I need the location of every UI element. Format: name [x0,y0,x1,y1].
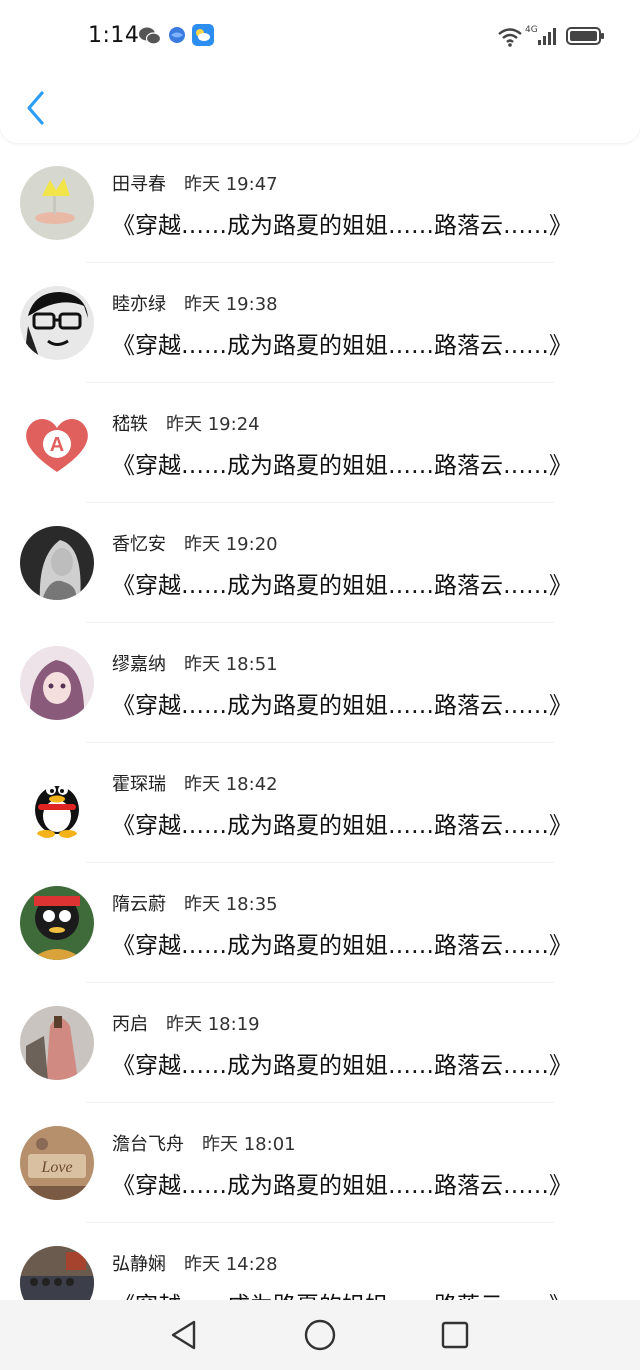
sender-name: 弘静娴 [112,1254,166,1275]
system-nav-bar [0,1300,640,1370]
list-item[interactable]: 丙启 昨天 18:19 《穿越……成为路夏的姐姐……路落云……》 [0,984,640,1103]
avatar [20,1006,94,1080]
network-type-label: 4G [525,25,538,35]
message-time: 昨天 14:28 [184,1254,278,1275]
list-item[interactable]: 缪嘉纳 昨天 18:51 《穿越……成为路夏的姐姐……路落云……》 [0,624,640,743]
triangle-back-icon[interactable] [166,1317,202,1353]
message-preview: 《穿越……成为路夏的姐姐……路落云……》 [112,1053,572,1079]
message-time: 昨天 19:47 [184,174,278,195]
avatar [20,886,94,960]
divider [86,862,554,863]
message-preview: 《穿越……成为路夏的姐姐……路落云……》 [112,213,572,239]
message-time: 昨天 18:35 [184,894,278,915]
list-item[interactable]: A 嵇轶 昨天 19:24 《穿越……成为路夏的姐姐……路落云……》 [0,384,640,503]
sender-name: 隋云蔚 [112,894,166,915]
message-preview: 《穿越……成为路夏的姐姐……路落云……》 [112,1173,572,1199]
message-time: 昨天 19:20 [184,534,278,555]
wechat-icon [139,27,161,45]
divider [86,742,554,743]
avatar: Love [20,1126,94,1200]
divider [86,622,554,623]
message-time: 昨天 19:38 [184,294,278,315]
sender-name: 嵇轶 [112,414,148,435]
battery-icon [566,27,604,45]
list-item[interactable]: 弘静娴昨天 14:28 《穿越……成为路夏的姐姐……路落云……》 [0,1224,640,1300]
sender-name: 澹台飞舟 [112,1134,184,1155]
message-preview: 《穿越……成为路夏的姐姐……路落云……》 [112,573,572,599]
divider [86,982,554,983]
svg-text:A: A [50,434,64,456]
sender-name: 香忆安 [112,534,166,555]
avatar [20,526,94,600]
back-chevron-icon[interactable] [20,88,50,128]
status-time: 1:14 [88,23,140,48]
list-item[interactable]: 霍琛瑞 昨天 18:42 《穿越……成为路夏的姐姐……路落云……》 [0,744,640,863]
circle-home-icon[interactable] [302,1317,338,1353]
message-time: 昨天 18:19 [166,1014,260,1035]
divider [86,1102,554,1103]
message-time: 昨天 18:01 [202,1134,296,1155]
weather-app-icon [192,24,214,46]
svg-text:Love: Love [40,1159,72,1176]
browser-icon [169,27,185,43]
divider [86,1222,554,1223]
avatar [20,646,94,720]
avatar [20,286,94,360]
sender-name: 田寻春 [112,174,166,195]
sender-name: 丙启 [112,1014,148,1035]
list-item[interactable]: 香忆安 昨天 19:20 《穿越……成为路夏的姐姐……路落云……》 [0,504,640,623]
avatar [20,766,94,840]
message-time: 昨天 19:24 [166,414,260,435]
message-preview: 《穿越……成为路夏的姐姐……路落云……》 [112,693,572,719]
wifi-icon [498,28,522,47]
list-item[interactable]: 田寻春 昨天 19:47 《穿越……成为路夏的姐姐……路落云……》 [0,144,640,263]
sender-name: 霍琛瑞 [112,774,166,795]
list-item[interactable]: 睦亦绿 昨天 19:38 《穿越……成为路夏的姐姐……路落云……》 [0,264,640,383]
sender-name: 缪嘉纳 [112,654,166,675]
message-preview: 《穿越……成为路夏的姐姐……路落云……》 [112,813,572,839]
divider [86,382,554,383]
avatar [20,166,94,240]
avatar: A [20,406,94,480]
square-recents-icon[interactable] [437,1317,473,1353]
message-preview: 《穿越……成为路夏的姐姐……路落云……》 [112,333,572,359]
message-preview: 《穿越……成为路夏的姐姐……路落云……》 [112,933,572,959]
message-list[interactable]: 田寻春 昨天 19:47 《穿越……成为路夏的姐姐……路落云……》 睦亦绿 昨天 1… [0,144,640,1300]
signal-icon [538,28,556,45]
list-item[interactable]: Love 澹台飞舟 昨天 18:01 《穿越……成为路夏的姐姐……路落云……》 [0,1104,640,1223]
top-header: 1:14 4G [0,0,640,143]
divider [86,262,554,263]
message-time: 昨天 18:51 [184,654,278,675]
divider [86,502,554,503]
status-bar: 1:14 4G [0,0,640,72]
message-time: 昨天 18:42 [184,774,278,795]
list-item[interactable]: 隋云蔚 昨天 18:35 《穿越……成为路夏的姐姐……路落云……》 [0,864,640,983]
avatar [20,1246,94,1300]
message-preview: 《穿越……成为路夏的姐姐……路落云……》 [112,453,572,479]
sender-name: 睦亦绿 [112,294,166,315]
message-preview: 《穿越……成为路夏的姐姐……路落云……》 [112,1286,572,1300]
